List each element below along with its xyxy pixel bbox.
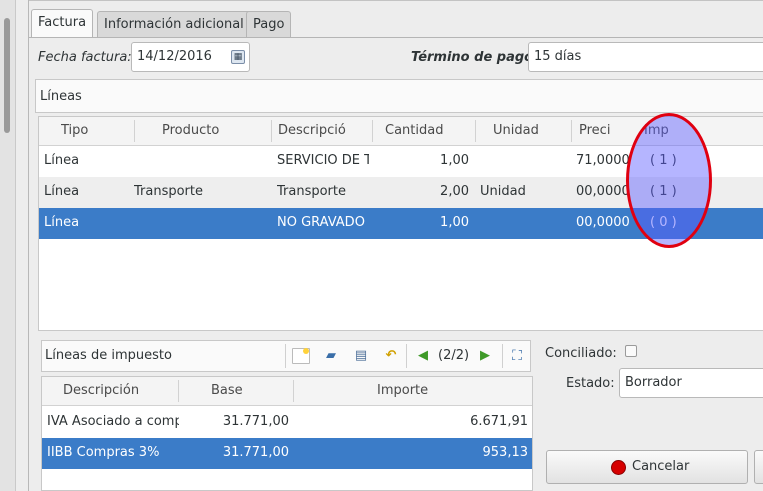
cell-importe: 6.671,91 — [470, 414, 528, 429]
column-separator — [293, 380, 294, 402]
column-separator — [372, 120, 373, 142]
save-icon[interactable]: ▤ — [352, 348, 370, 364]
col-tipo[interactable]: Tipo — [61, 123, 88, 138]
cell-tipo: Línea — [44, 153, 80, 168]
cell-unidad: Unidad — [480, 184, 526, 199]
tax-lines-table[interactable]: Descripción Base Importe IVA Asociado a … — [41, 376, 533, 491]
calendar-icon[interactable]: ▦ — [231, 50, 245, 64]
col-producto[interactable]: Producto — [162, 123, 219, 138]
pager-label: (2/2) — [438, 348, 470, 363]
date-value: 14/12/2016 — [137, 49, 212, 64]
tax-lines-title: Líneas de impuesto — [45, 348, 172, 363]
cell-cantidad: 1,00 — [440, 215, 469, 230]
col-cantidad[interactable]: Cantidad — [385, 123, 443, 138]
estado-value: Borrador — [625, 375, 682, 390]
column-separator — [134, 120, 135, 142]
estado-field: Borrador — [619, 368, 763, 398]
column-separator — [271, 120, 272, 142]
cell-base: 31.771,00 — [222, 445, 289, 460]
cell-tipo: Línea — [44, 215, 80, 230]
lines-title: Líneas — [40, 89, 82, 104]
col-precio[interactable]: Preci — [579, 123, 617, 138]
scrollbar-thumb[interactable] — [4, 18, 10, 133]
cell-descripcion: Transporte — [277, 184, 346, 199]
tab-informacion-adicional[interactable]: Información adicional — [97, 11, 251, 37]
cell-descripcion: IIBB Compras 3% — [47, 445, 160, 460]
date-label: Fecha factura: — [38, 50, 132, 65]
cell-producto: Transporte — [134, 184, 203, 199]
column-separator — [571, 120, 572, 142]
col-descripcion[interactable]: Descripción — [63, 383, 139, 398]
date-field[interactable]: 14/12/2016 ▦ — [131, 42, 250, 72]
open-icon[interactable]: ▰ — [322, 348, 340, 364]
conciliado-checkbox[interactable] — [625, 345, 637, 357]
cell-cantidad: 2,00 — [440, 184, 469, 199]
column-separator — [475, 120, 476, 142]
tab-pago[interactable]: Pago — [246, 11, 292, 37]
payment-term-value: 15 días — [534, 49, 582, 64]
cell-base: 31.771,00 — [222, 414, 289, 429]
cell-tipo: Línea — [44, 184, 80, 199]
cancel-button[interactable]: Cancelar — [546, 450, 748, 484]
tab-label: Pago — [253, 17, 285, 32]
next-button-edge[interactable] — [754, 450, 763, 484]
divider — [29, 0, 763, 1]
payment-term-field[interactable]: 15 días — [528, 42, 763, 72]
col-descripcion[interactable]: Descripció — [278, 123, 368, 138]
tab-factura[interactable]: Factura — [31, 9, 94, 38]
table-row[interactable]: IVA Asociado a comp 31.771,00 6.671,91 — [42, 407, 532, 438]
tab-label: Información adicional — [104, 17, 244, 32]
col-base[interactable]: Base — [211, 383, 243, 398]
tax-lines-toolbar: Líneas de impuesto ▰ ▤ ↶ ◀ (2/2) ▶ ⛶ — [41, 340, 531, 372]
cell-precio: 71,0000 — [576, 153, 630, 168]
new-icon[interactable] — [292, 348, 310, 364]
lines-section-header: Líneas — [35, 79, 763, 113]
col-unidad[interactable]: Unidad — [493, 123, 539, 138]
stop-icon — [611, 460, 626, 475]
cell-cantidad: 1,00 — [440, 153, 469, 168]
previous-icon[interactable]: ◀ — [414, 348, 432, 364]
undo-icon[interactable]: ↶ — [382, 348, 400, 364]
cell-descripcion: NO GRAVADO — [277, 215, 365, 230]
divider — [502, 344, 503, 368]
column-separator — [178, 380, 179, 402]
col-importe[interactable]: Importe — [377, 383, 428, 398]
red-annotation-ellipse — [626, 113, 712, 248]
estado-label: Estado: — [566, 376, 615, 391]
switch-view-icon[interactable]: ⛶ — [508, 348, 526, 364]
cell-descripcion: IVA Asociado a comp — [47, 414, 179, 429]
divider — [406, 344, 407, 368]
cell-descripcion: SERVICIO DE T — [277, 153, 369, 168]
tax-table-header: Descripción Base Importe — [42, 377, 532, 406]
next-icon[interactable]: ▶ — [476, 348, 494, 364]
cell-importe: 953,13 — [482, 445, 529, 460]
divider — [285, 344, 286, 368]
tab-label: Factura — [38, 15, 87, 30]
cancel-label: Cancelar — [632, 459, 690, 474]
conciliado-label: Conciliado: — [545, 346, 617, 361]
payment-term-label: Término de pago: — [411, 50, 539, 65]
table-row-selected[interactable]: IIBB Compras 3% 31.771,00 953,13 — [42, 438, 532, 469]
cell-precio: 00,0000 — [576, 215, 630, 230]
